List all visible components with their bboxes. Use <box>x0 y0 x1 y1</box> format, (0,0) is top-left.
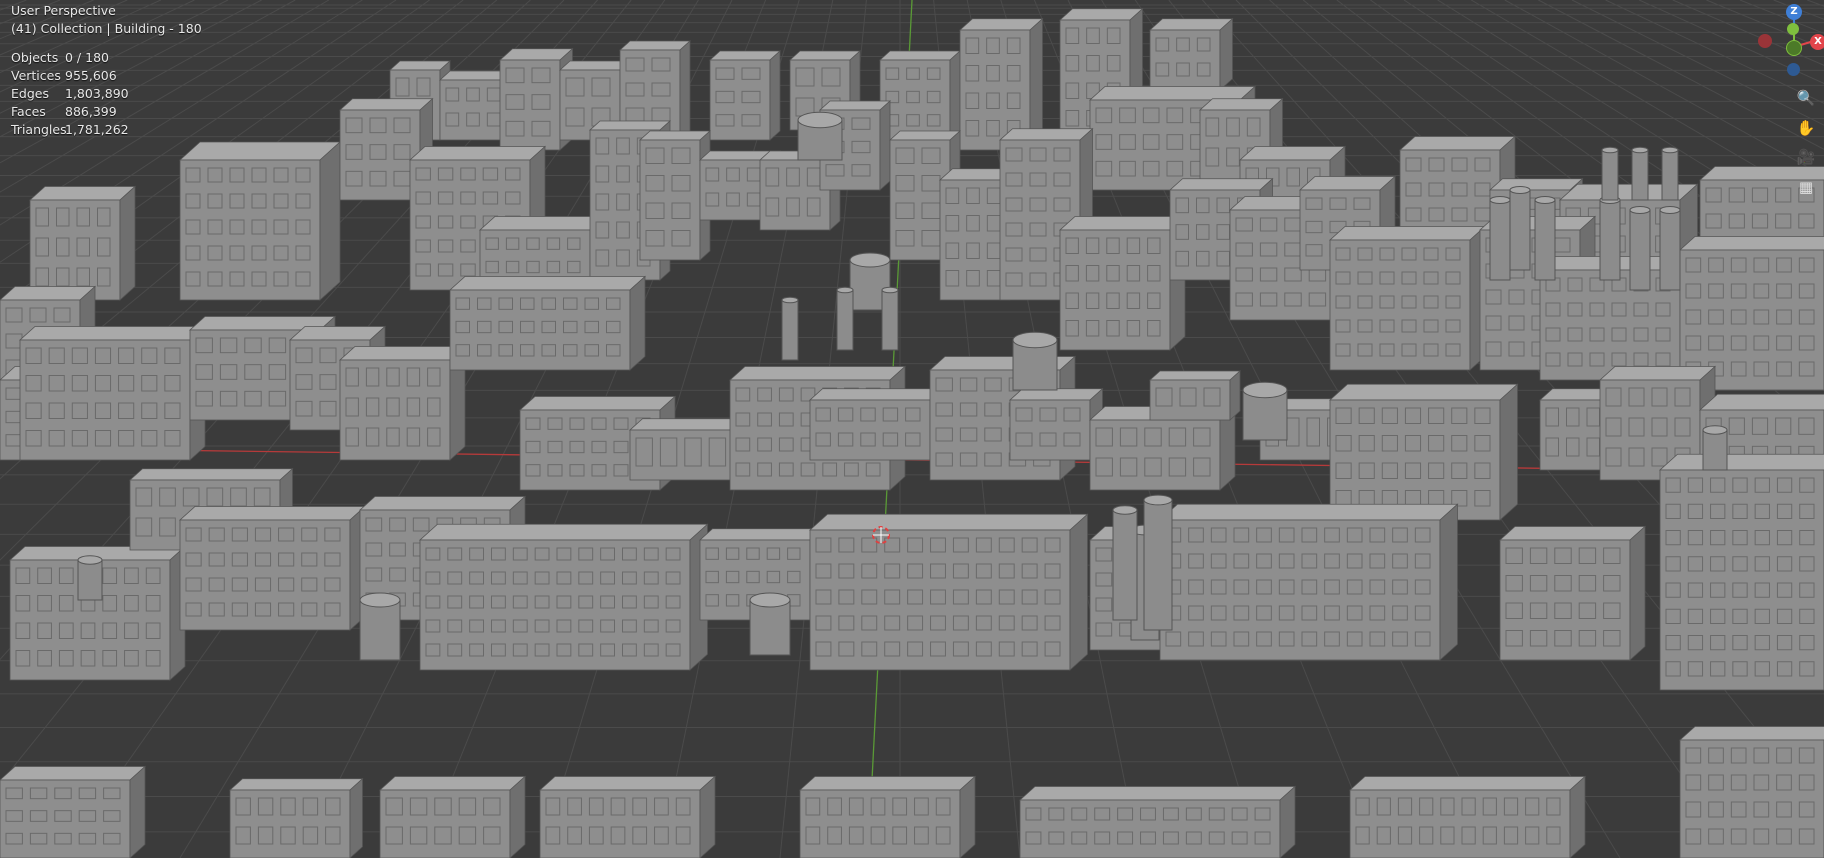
tank <box>797 111 843 161</box>
building <box>1678 726 1824 858</box>
gizmo-x-axis[interactable]: X <box>1810 34 1824 50</box>
gizmo-neg-y-axis[interactable] <box>1786 40 1802 56</box>
tank <box>77 555 103 601</box>
building <box>418 523 709 671</box>
building <box>798 775 977 858</box>
building <box>178 141 342 301</box>
tank <box>1143 494 1173 631</box>
building <box>378 775 527 858</box>
city-scene[interactable] <box>0 0 1824 858</box>
tank <box>1509 186 1531 271</box>
building <box>808 513 1089 671</box>
building <box>1498 525 1647 661</box>
zoom-icon[interactable]: 🔍 <box>1794 86 1818 110</box>
tank <box>1599 196 1621 281</box>
hand-pan-icon[interactable]: ✋ <box>1794 116 1818 140</box>
building <box>28 185 137 301</box>
tank <box>1702 425 1728 471</box>
gizmo-neg-x-axis[interactable] <box>1758 34 1772 48</box>
tank <box>1659 206 1681 291</box>
building <box>1148 17 1234 91</box>
tank <box>881 286 899 351</box>
gizmo-z-axis[interactable]: Z <box>1786 4 1802 20</box>
building <box>708 50 782 141</box>
tank <box>836 286 854 351</box>
tank <box>1112 505 1138 621</box>
tank <box>1242 381 1288 441</box>
orthographic-grid-icon[interactable]: ▦ <box>1794 175 1818 199</box>
building <box>878 50 962 141</box>
gizmo-y-axis[interactable] <box>1787 23 1799 35</box>
tank <box>1601 146 1619 201</box>
navigation-gizmo[interactable]: Z X <box>1754 0 1824 90</box>
building <box>538 775 717 858</box>
building <box>228 777 364 858</box>
building <box>1348 775 1587 858</box>
building <box>1328 383 1519 521</box>
tank <box>1661 146 1679 201</box>
building <box>1058 215 1187 351</box>
tank <box>1012 331 1058 391</box>
building <box>178 505 367 631</box>
building <box>448 275 647 371</box>
building <box>1148 370 1242 421</box>
tank <box>1534 196 1556 281</box>
building <box>18 325 207 461</box>
building <box>638 130 712 261</box>
tank <box>1489 196 1511 281</box>
building <box>1018 785 1297 858</box>
building <box>1158 503 1459 661</box>
tank <box>749 592 791 656</box>
gizmo-neg-z-axis[interactable] <box>1787 63 1800 76</box>
building <box>0 765 147 858</box>
building <box>808 387 944 461</box>
tank <box>359 592 401 661</box>
3d-viewport[interactable]: User Perspective (41) Collection | Build… <box>0 0 1824 858</box>
camera-icon[interactable]: 🎥 <box>1794 145 1818 169</box>
building <box>1658 453 1824 691</box>
building <box>1008 387 1104 461</box>
tank <box>781 296 799 361</box>
building <box>338 345 467 461</box>
tank <box>1629 206 1651 291</box>
building <box>1328 225 1487 371</box>
tank <box>1631 146 1649 201</box>
